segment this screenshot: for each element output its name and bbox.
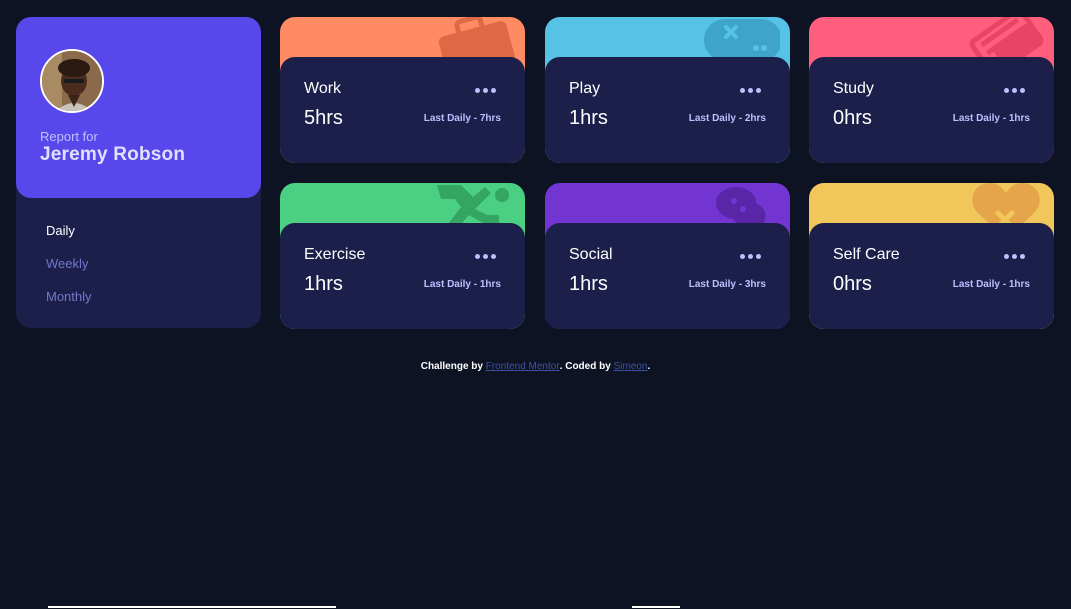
card-title: Play xyxy=(569,80,601,97)
card-previous: Last Daily - 2hrs xyxy=(688,113,766,124)
card-exercise-body: Exercise 1hrs Last Daily - 1hrs xyxy=(280,223,525,329)
report-label: Report for xyxy=(40,129,98,144)
card-title: Study xyxy=(833,80,874,97)
card-hours: 0hrs xyxy=(833,273,872,295)
more-options-icon[interactable] xyxy=(1004,88,1026,94)
page: Report for Jeremy Robson Daily Weekly Mo… xyxy=(0,0,1071,609)
timeframe-daily[interactable]: Daily xyxy=(46,223,92,256)
card-hours: 0hrs xyxy=(833,107,872,129)
more-options-icon[interactable] xyxy=(740,88,762,94)
user-name: Jeremy Robson xyxy=(40,144,186,165)
bottom-divider-left xyxy=(48,606,336,608)
author-link[interactable]: Simeon xyxy=(614,361,648,372)
card-play-body: Play 1hrs Last Daily - 2hrs xyxy=(545,57,790,163)
card-hours: 1hrs xyxy=(569,273,608,295)
card-previous: Last Daily - 1hrs xyxy=(952,113,1030,124)
attribution: Challenge by Frontend Mentor. Coded by S… xyxy=(0,361,1071,372)
card-hours: 1hrs xyxy=(569,107,608,129)
user-avatar xyxy=(40,49,104,113)
card-hours: 5hrs xyxy=(304,107,343,129)
card-work-body: Work 5hrs Last Daily - 7hrs xyxy=(280,57,525,163)
card-title: Exercise xyxy=(304,246,366,263)
card-hours: 1hrs xyxy=(304,273,343,295)
card-previous: Last Daily - 1hrs xyxy=(952,279,1030,290)
card-previous: Last Daily - 1hrs xyxy=(423,279,501,290)
attribution-prefix: Challenge by xyxy=(420,361,486,372)
attribution-middle: . Coded by xyxy=(559,361,614,372)
profile-header: Report for Jeremy Robson xyxy=(16,17,261,198)
card-title: Self Care xyxy=(833,246,900,263)
more-options-icon[interactable] xyxy=(1004,254,1026,260)
card-previous: Last Daily - 7hrs xyxy=(423,113,501,124)
timeframe-nav: Daily Weekly Monthly xyxy=(46,223,92,322)
timeframe-weekly[interactable]: Weekly xyxy=(46,256,92,289)
bottom-divider-right xyxy=(632,606,680,608)
card-title: Social xyxy=(569,246,613,263)
card-work: Work 5hrs Last Daily - 7hrs xyxy=(280,17,525,163)
card-exercise: Exercise 1hrs Last Daily - 1hrs xyxy=(280,183,525,329)
more-options-icon[interactable] xyxy=(475,254,497,260)
card-self-care: Self Care 0hrs Last Daily - 1hrs xyxy=(809,183,1054,329)
attribution-suffix: . xyxy=(647,361,651,372)
timeframe-monthly[interactable]: Monthly xyxy=(46,289,92,322)
profile-card: Report for Jeremy Robson Daily Weekly Mo… xyxy=(16,17,261,328)
card-title: Work xyxy=(304,80,342,97)
more-options-icon[interactable] xyxy=(475,88,497,94)
more-options-icon[interactable] xyxy=(740,254,762,260)
card-social-body: Social 1hrs Last Daily - 3hrs xyxy=(545,223,790,329)
card-study-body: Study 0hrs Last Daily - 1hrs xyxy=(809,57,1054,163)
card-study: Study 0hrs Last Daily - 1hrs xyxy=(809,17,1054,163)
frontend-mentor-link[interactable]: Frontend Mentor xyxy=(486,361,560,372)
card-previous: Last Daily - 3hrs xyxy=(688,279,766,290)
card-social: Social 1hrs Last Daily - 3hrs xyxy=(545,183,790,329)
card-play: Play 1hrs Last Daily - 2hrs xyxy=(545,17,790,163)
card-self-care-body: Self Care 0hrs Last Daily - 1hrs xyxy=(809,223,1054,329)
